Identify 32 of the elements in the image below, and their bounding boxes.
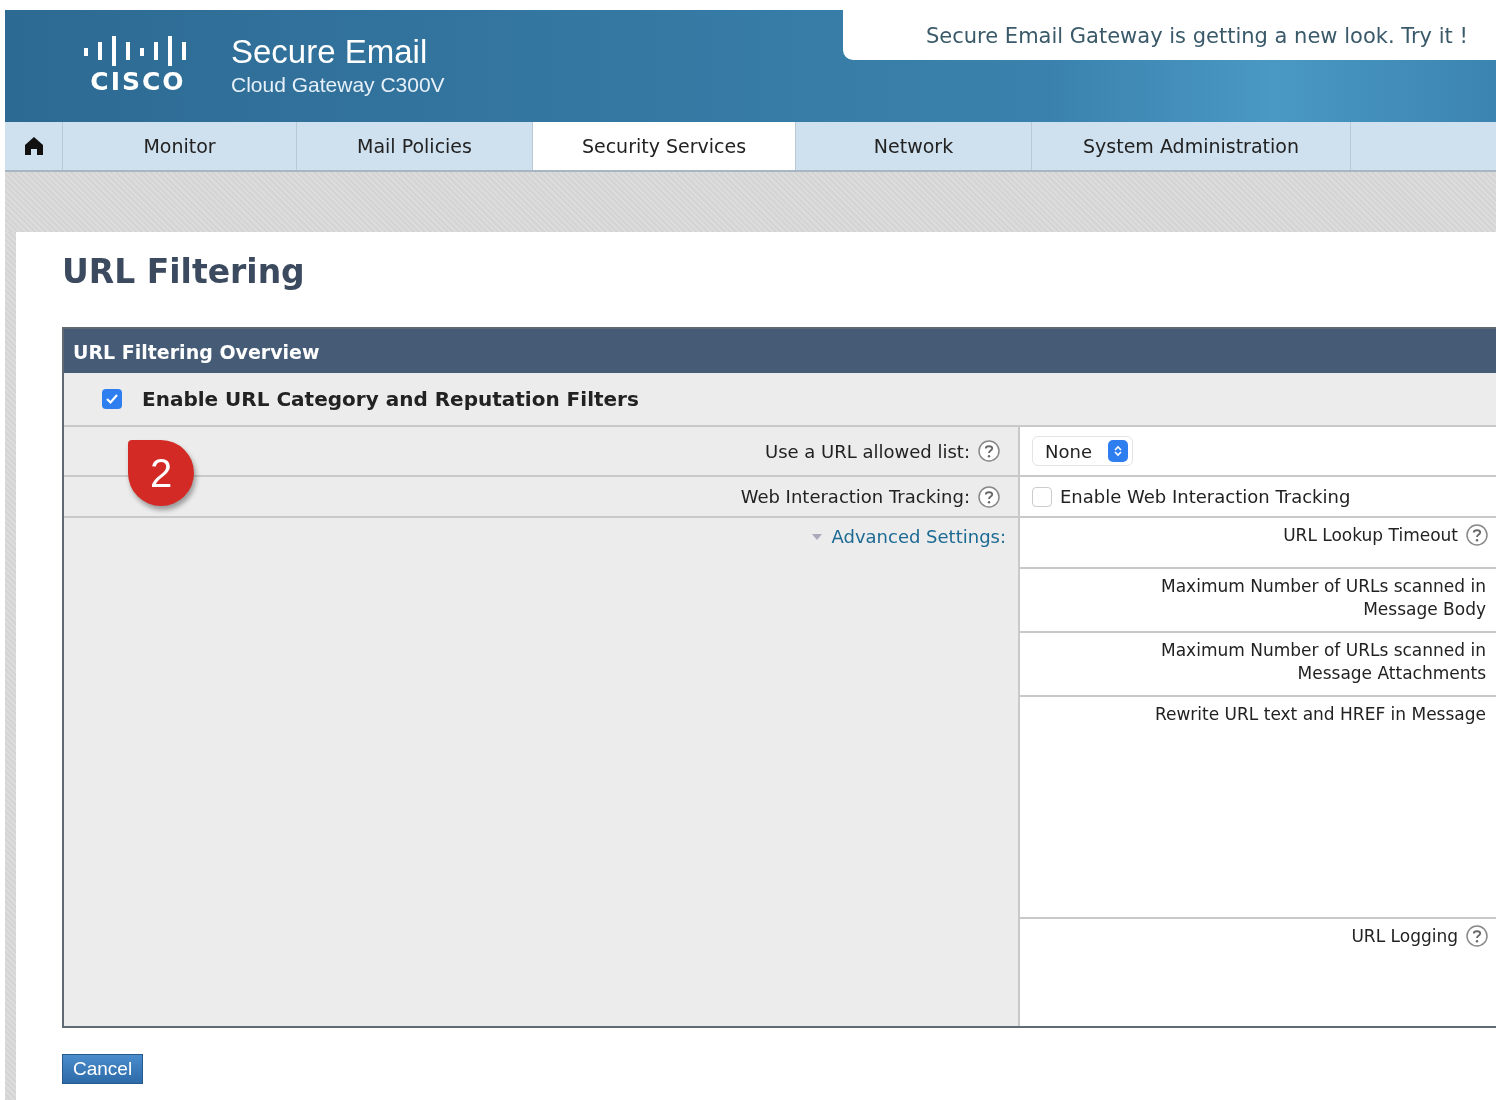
nav-tab[interactable]: Monitor xyxy=(63,122,297,170)
setting-label: URL Lookup Timeout xyxy=(1283,524,1458,547)
triangle-icon xyxy=(811,532,824,541)
model-name: Cloud Gateway C300V xyxy=(231,72,445,98)
help-icon[interactable] xyxy=(978,485,1000,508)
checkbox-label: Enable Web Interaction Tracking xyxy=(1060,486,1351,507)
product-name: Secure Email xyxy=(231,32,429,72)
help-icon[interactable] xyxy=(1466,524,1488,546)
checkbox[interactable] xyxy=(1032,486,1052,507)
select-dropdown[interactable]: None xyxy=(1032,436,1133,466)
checkmark-icon xyxy=(105,393,119,405)
field-label: Use a URL allowed list: xyxy=(764,440,970,462)
stepper-icon xyxy=(1107,440,1128,462)
checkbox-label: Enable URL Category and Reputation Filters xyxy=(142,387,639,411)
field-label: Web Interaction Tracking: xyxy=(740,486,970,507)
help-icon[interactable] xyxy=(978,440,1000,462)
page-title: URL Filtering xyxy=(62,251,306,293)
section-header: URL Filtering Overview xyxy=(64,329,1496,373)
cancel-button[interactable]: Cancel xyxy=(62,1054,144,1084)
checkbox[interactable] xyxy=(102,389,122,409)
logo-text: CISCO xyxy=(90,68,186,96)
advanced-settings-link[interactable]: Advanced Settings: xyxy=(811,526,1006,547)
notice-banner[interactable]: Secure Email Gateway is getting a new look. Try it ! xyxy=(843,10,1496,60)
nav-tab[interactable]: Security Services xyxy=(533,122,796,170)
help-icon[interactable] xyxy=(1466,925,1488,947)
setting-label: URL Logging xyxy=(1351,925,1458,948)
home-icon xyxy=(23,136,44,156)
setting-label: Rewrite URL text and HREF in Message xyxy=(1153,703,1486,726)
setting-label: Maximum Number of URLs scanned in Message Attachments xyxy=(1160,639,1486,685)
setting-label: Maximum Number of URLs scanned in Message Body xyxy=(1160,575,1486,621)
nav-tab[interactable]: Network xyxy=(796,122,1032,170)
nav-tab[interactable]: System Administration xyxy=(1032,122,1351,170)
